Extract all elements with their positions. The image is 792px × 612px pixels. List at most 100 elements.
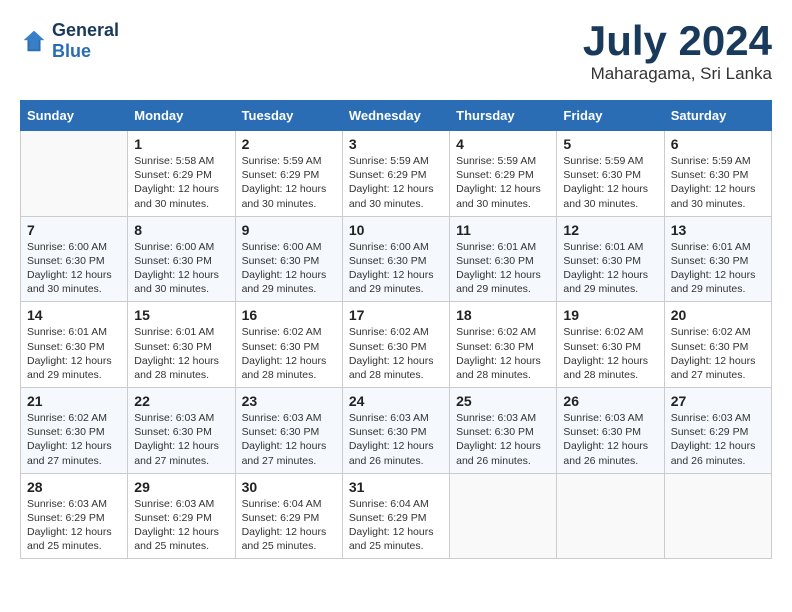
day-number: 16 [242,307,336,323]
day-number: 25 [456,393,550,409]
day-number: 15 [134,307,228,323]
day-cell: 12 Sunrise: 6:01 AMSunset: 6:30 PMDayligh… [557,216,664,302]
day-number: 26 [563,393,657,409]
day-cell [557,473,664,559]
day-info: Sunrise: 6:03 AMSunset: 6:30 PMDaylight:… [456,411,550,468]
weekday-header-saturday: Saturday [664,101,771,131]
day-info: Sunrise: 6:02 AMSunset: 6:30 PMDaylight:… [671,325,765,382]
day-info: Sunrise: 6:02 AMSunset: 6:30 PMDaylight:… [456,325,550,382]
day-cell: 13 Sunrise: 6:01 AMSunset: 6:30 PMDayligh… [664,216,771,302]
day-number: 5 [563,136,657,152]
day-number: 27 [671,393,765,409]
day-number: 7 [27,222,121,238]
day-cell: 28 Sunrise: 6:03 AMSunset: 6:29 PMDayligh… [21,473,128,559]
week-row-1: 1 Sunrise: 5:58 AMSunset: 6:29 PMDaylight… [21,131,772,217]
day-info: Sunrise: 6:04 AMSunset: 6:29 PMDaylight:… [242,497,336,554]
day-number: 21 [27,393,121,409]
day-cell: 3 Sunrise: 5:59 AMSunset: 6:29 PMDaylight… [342,131,449,217]
day-info: Sunrise: 5:58 AMSunset: 6:29 PMDaylight:… [134,154,228,211]
day-cell: 25 Sunrise: 6:03 AMSunset: 6:30 PMDayligh… [450,388,557,474]
month-title: July 2024 [583,20,772,62]
day-number: 3 [349,136,443,152]
day-info: Sunrise: 6:03 AMSunset: 6:30 PMDaylight:… [349,411,443,468]
day-cell: 4Sunrise: 5:59 AMSunset: 6:29 PMDaylight… [450,131,557,217]
day-info: Sunrise: 6:02 AMSunset: 6:30 PMDaylight:… [27,411,121,468]
day-info: Sunrise: 6:01 AMSunset: 6:30 PMDaylight:… [134,325,228,382]
day-info: Sunrise: 6:00 AMSunset: 6:30 PMDaylight:… [134,240,228,297]
day-number: 1 [134,136,228,152]
weekday-header-friday: Friday [557,101,664,131]
day-number: 9 [242,222,336,238]
day-cell: 24 Sunrise: 6:03 AMSunset: 6:30 PMDayligh… [342,388,449,474]
day-number: 8 [134,222,228,238]
day-cell: 31Sunrise: 6:04 AMSunset: 6:29 PMDayligh… [342,473,449,559]
day-info: Sunrise: 6:02 AMSunset: 6:30 PMDaylight:… [242,325,336,382]
weekday-header-monday: Monday [128,101,235,131]
day-info: Sunrise: 6:00 AMSunset: 6:30 PMDaylight:… [349,240,443,297]
day-cell: 7 Sunrise: 6:00 AMSunset: 6:30 PMDaylight… [21,216,128,302]
day-cell: 6Sunrise: 5:59 AMSunset: 6:30 PMDaylight… [664,131,771,217]
day-number: 13 [671,222,765,238]
weekday-header-thursday: Thursday [450,101,557,131]
day-cell: 8 Sunrise: 6:00 AMSunset: 6:30 PMDaylight… [128,216,235,302]
day-info: Sunrise: 5:59 AMSunset: 6:29 PMDaylight:… [242,154,336,211]
day-number: 17 [349,307,443,323]
day-cell: 1 Sunrise: 5:58 AMSunset: 6:29 PMDaylight… [128,131,235,217]
day-number: 23 [242,393,336,409]
week-row-3: 14 Sunrise: 6:01 AMSunset: 6:30 PMDayligh… [21,302,772,388]
day-number: 2 [242,136,336,152]
day-number: 19 [563,307,657,323]
day-number: 22 [134,393,228,409]
calendar-table: SundayMondayTuesdayWednesdayThursdayFrid… [20,100,772,559]
day-number: 30 [242,479,336,495]
day-info: Sunrise: 6:03 AMSunset: 6:29 PMDaylight:… [671,411,765,468]
week-row-4: 21 Sunrise: 6:02 AMSunset: 6:30 PMDayligh… [21,388,772,474]
day-info: Sunrise: 6:03 AMSunset: 6:30 PMDaylight:… [563,411,657,468]
day-cell: 23 Sunrise: 6:03 AMSunset: 6:30 PMDayligh… [235,388,342,474]
day-cell: 22Sunrise: 6:03 AMSunset: 6:30 PMDayligh… [128,388,235,474]
day-cell: 29Sunrise: 6:03 AMSunset: 6:29 PMDayligh… [128,473,235,559]
day-info: Sunrise: 6:00 AMSunset: 6:30 PMDaylight:… [27,240,121,297]
day-cell: 5 Sunrise: 5:59 AMSunset: 6:30 PMDaylight… [557,131,664,217]
day-info: Sunrise: 6:01 AMSunset: 6:30 PMDaylight:… [456,240,550,297]
day-info: Sunrise: 6:03 AMSunset: 6:29 PMDaylight:… [27,497,121,554]
day-cell: 16 Sunrise: 6:02 AMSunset: 6:30 PMDayligh… [235,302,342,388]
logo-text: General Blue [52,20,119,62]
day-number: 4 [456,136,550,152]
day-number: 20 [671,307,765,323]
day-number: 10 [349,222,443,238]
day-number: 11 [456,222,550,238]
day-number: 6 [671,136,765,152]
day-cell: 2 Sunrise: 5:59 AMSunset: 6:29 PMDaylight… [235,131,342,217]
day-info: Sunrise: 5:59 AMSunset: 6:30 PMDaylight:… [563,154,657,211]
logo-icon [20,27,48,55]
weekday-header-wednesday: Wednesday [342,101,449,131]
day-cell: 27 Sunrise: 6:03 AMSunset: 6:29 PMDayligh… [664,388,771,474]
day-cell: 9 Sunrise: 6:00 AMSunset: 6:30 PMDaylight… [235,216,342,302]
day-info: Sunrise: 6:01 AMSunset: 6:30 PMDaylight:… [563,240,657,297]
location: Maharagama, Sri Lanka [583,64,772,84]
day-info: Sunrise: 6:03 AMSunset: 6:29 PMDaylight:… [134,497,228,554]
week-row-2: 7 Sunrise: 6:00 AMSunset: 6:30 PMDaylight… [21,216,772,302]
day-number: 24 [349,393,443,409]
day-number: 14 [27,307,121,323]
weekday-header-row: SundayMondayTuesdayWednesdayThursdayFrid… [21,101,772,131]
day-info: Sunrise: 6:03 AMSunset: 6:30 PMDaylight:… [242,411,336,468]
day-number: 18 [456,307,550,323]
day-number: 28 [27,479,121,495]
day-info: Sunrise: 6:01 AMSunset: 6:30 PMDaylight:… [27,325,121,382]
day-cell: 10 Sunrise: 6:00 AMSunset: 6:30 PMDayligh… [342,216,449,302]
day-cell [21,131,128,217]
day-info: Sunrise: 6:00 AMSunset: 6:30 PMDaylight:… [242,240,336,297]
weekday-header-sunday: Sunday [21,101,128,131]
day-cell: 21 Sunrise: 6:02 AMSunset: 6:30 PMDayligh… [21,388,128,474]
day-cell: 14 Sunrise: 6:01 AMSunset: 6:30 PMDayligh… [21,302,128,388]
day-cell: 19Sunrise: 6:02 AMSunset: 6:30 PMDayligh… [557,302,664,388]
day-info: Sunrise: 5:59 AMSunset: 6:29 PMDaylight:… [349,154,443,211]
day-info: Sunrise: 6:01 AMSunset: 6:30 PMDaylight:… [671,240,765,297]
week-row-5: 28 Sunrise: 6:03 AMSunset: 6:29 PMDayligh… [21,473,772,559]
day-cell: 30 Sunrise: 6:04 AMSunset: 6:29 PMDayligh… [235,473,342,559]
day-number: 12 [563,222,657,238]
weekday-header-tuesday: Tuesday [235,101,342,131]
logo: General Blue [20,20,119,62]
